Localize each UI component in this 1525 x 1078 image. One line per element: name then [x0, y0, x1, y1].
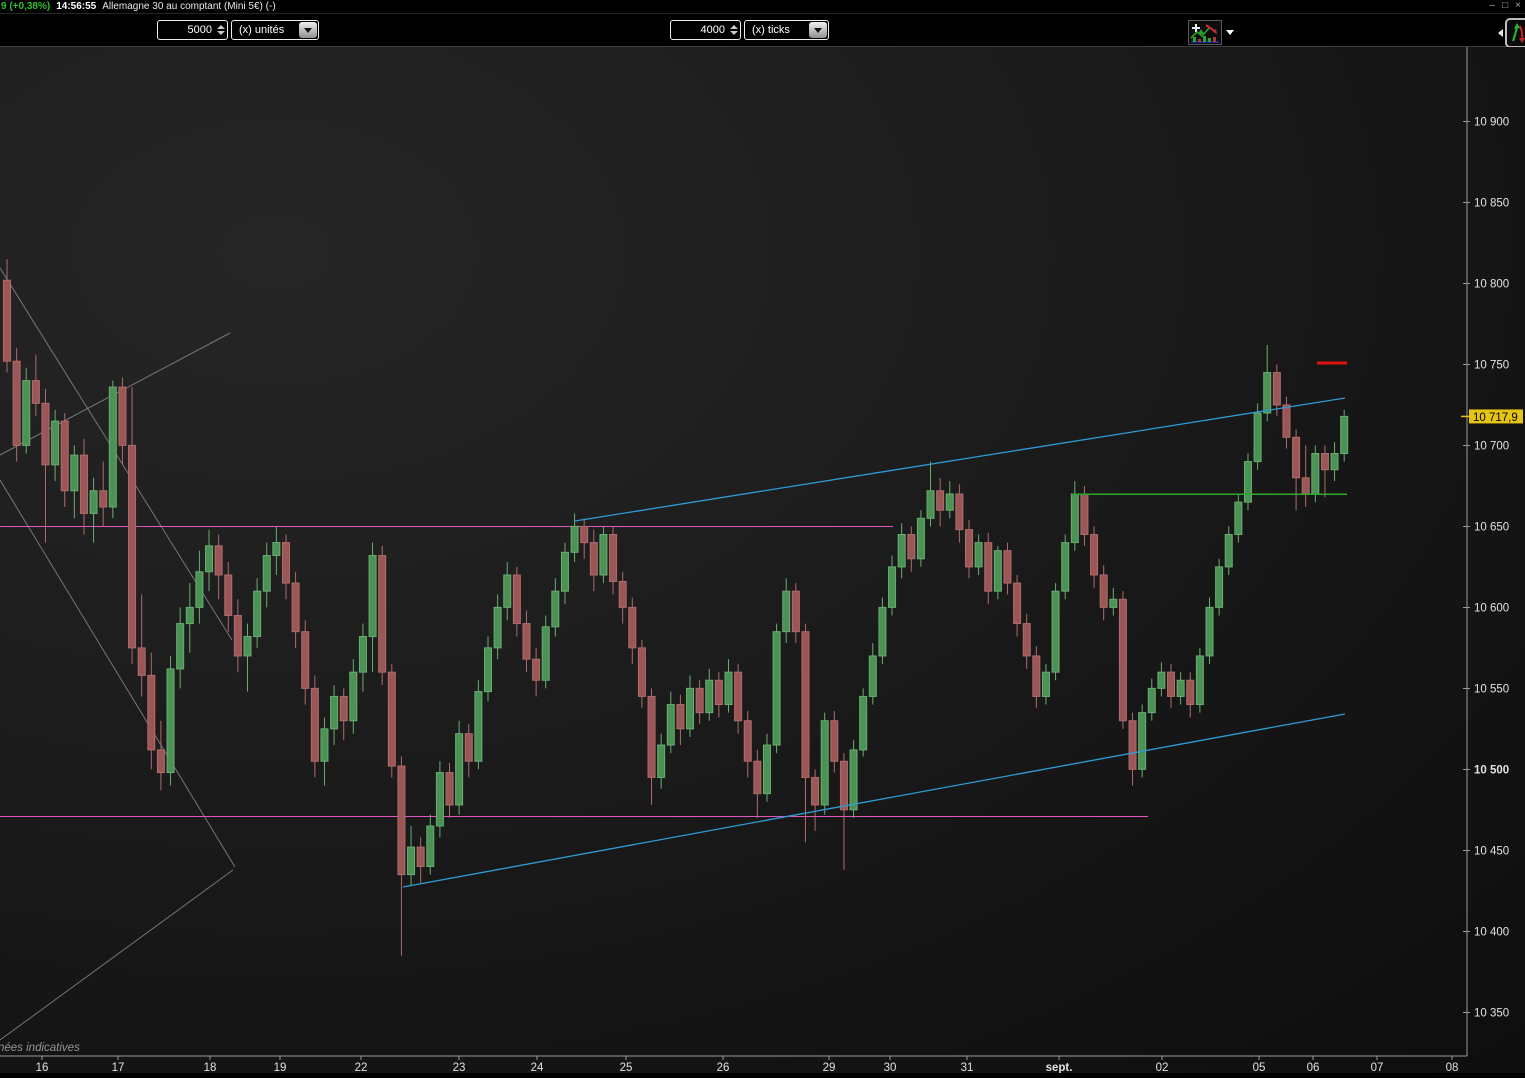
order-panel-button[interactable] [1498, 18, 1525, 48]
svg-text:16: 16 [36, 1062, 49, 1073]
svg-text:10 500: 10 500 [1474, 764, 1509, 776]
interval-spin-buttons [727, 21, 740, 39]
spinner-down-icon[interactable] [729, 31, 738, 35]
svg-text:24: 24 [531, 1062, 544, 1073]
interval-input[interactable] [671, 21, 727, 39]
svg-text:22: 22 [355, 1062, 368, 1073]
svg-text:25: 25 [620, 1062, 633, 1073]
interval-unit-dropdown[interactable]: (x) ticks [744, 20, 829, 40]
svg-text:10 600: 10 600 [1474, 602, 1509, 614]
quantity-input[interactable] [158, 21, 214, 39]
svg-text:19: 19 [274, 1062, 287, 1073]
svg-text:17: 17 [112, 1062, 125, 1073]
spinner-up-icon[interactable] [216, 25, 225, 29]
candlestick-chart[interactable]: 10 900 10 850 10 800 10 750 10 700 10 650 10 6… [0, 47, 1525, 1074]
dropdown-arrow-icon[interactable] [299, 22, 317, 38]
axes-layer: 10 900 10 850 10 800 10 750 10 700 10 650 10 6… [0, 47, 1509, 1074]
svg-text:10 650: 10 650 [1474, 521, 1509, 533]
last-price-tag: 10 717,9 [1461, 409, 1523, 424]
svg-text:sept.: sept. [1046, 1062, 1073, 1073]
svg-text:10 550: 10 550 [1474, 683, 1509, 695]
svg-text:10 717,9: 10 717,9 [1473, 412, 1518, 424]
svg-text:06: 06 [1307, 1062, 1320, 1073]
dropdown-arrow-icon[interactable] [809, 22, 827, 38]
svg-text:07: 07 [1371, 1062, 1384, 1073]
chart-toolbar: (x) unités (x) ticks [0, 14, 1525, 48]
quote-time-label: 14:56:55 [56, 1, 97, 12]
svg-text:10 700: 10 700 [1474, 440, 1509, 452]
annotation-lines-front [402, 361, 1347, 888]
chart-style-button[interactable] [1188, 20, 1238, 45]
instrument-title: Allemagne 30 au comptant (Mini 5€) (-) [102, 1, 276, 12]
svg-text:05: 05 [1253, 1062, 1266, 1073]
svg-text:31: 31 [961, 1062, 974, 1073]
interval-group: (x) ticks [670, 20, 829, 40]
candles-layer [3, 259, 1349, 956]
minimize-button[interactable]: – [1490, 0, 1496, 12]
svg-text:02: 02 [1156, 1062, 1169, 1073]
quantity-stepper[interactable] [157, 20, 228, 40]
trading-app-window: { "title_bar": { "price_change": "9 (+0,… [0, 0, 1525, 1074]
svg-text:10 350: 10 350 [1474, 1007, 1509, 1019]
svg-text:30: 30 [884, 1062, 897, 1073]
quantity-unit-dropdown[interactable]: (x) unités [231, 20, 319, 40]
title-bar: 9 (+0,38%) 14:56:55 Allemagne 30 au comp… [0, 0, 1525, 14]
maximize-button[interactable]: □ [1502, 0, 1508, 12]
svg-text:10 400: 10 400 [1474, 926, 1509, 938]
svg-text:10 800: 10 800 [1474, 278, 1509, 290]
quantity-spin-buttons [214, 21, 227, 39]
svg-text:10 900: 10 900 [1474, 117, 1509, 129]
title-bar-text: 9 (+0,38%) 14:56:55 Allemagne 30 au comp… [0, 1, 276, 12]
price-chart[interactable]: 10 900 10 850 10 800 10 750 10 700 10 650 10 6… [0, 47, 1525, 1074]
spinner-up-icon[interactable] [729, 25, 738, 29]
close-button[interactable]: × [1515, 0, 1521, 12]
svg-text:29: 29 [823, 1062, 836, 1073]
chart-style-icon[interactable] [1188, 20, 1222, 45]
quantity-group: (x) unités [157, 20, 319, 40]
buy-sell-arrows-icon[interactable] [1505, 18, 1525, 48]
window-controls: – □ × [1490, 0, 1521, 12]
panel-collapse-arrow-icon[interactable] [1498, 29, 1503, 37]
interval-unit-label: (x) ticks [752, 24, 790, 36]
annotation-lines-back [0, 267, 1148, 1041]
svg-text:nées indicatives: nées indicatives [0, 1042, 80, 1054]
svg-text:10 750: 10 750 [1474, 359, 1509, 371]
svg-text:18: 18 [204, 1062, 217, 1073]
price-change-label: 9 (+0,38%) [1, 1, 51, 12]
spinner-down-icon[interactable] [216, 31, 225, 35]
svg-text:08: 08 [1446, 1062, 1459, 1073]
interval-stepper[interactable] [670, 20, 741, 40]
footer-note: nées indicatives [0, 1042, 80, 1054]
chart-style-dropdown-arrow-icon[interactable] [1222, 20, 1238, 45]
quantity-unit-label: (x) unités [239, 24, 285, 36]
svg-text:23: 23 [453, 1062, 466, 1073]
svg-text:10 850: 10 850 [1474, 197, 1509, 209]
svg-text:26: 26 [717, 1062, 730, 1073]
svg-text:10 450: 10 450 [1474, 845, 1509, 857]
